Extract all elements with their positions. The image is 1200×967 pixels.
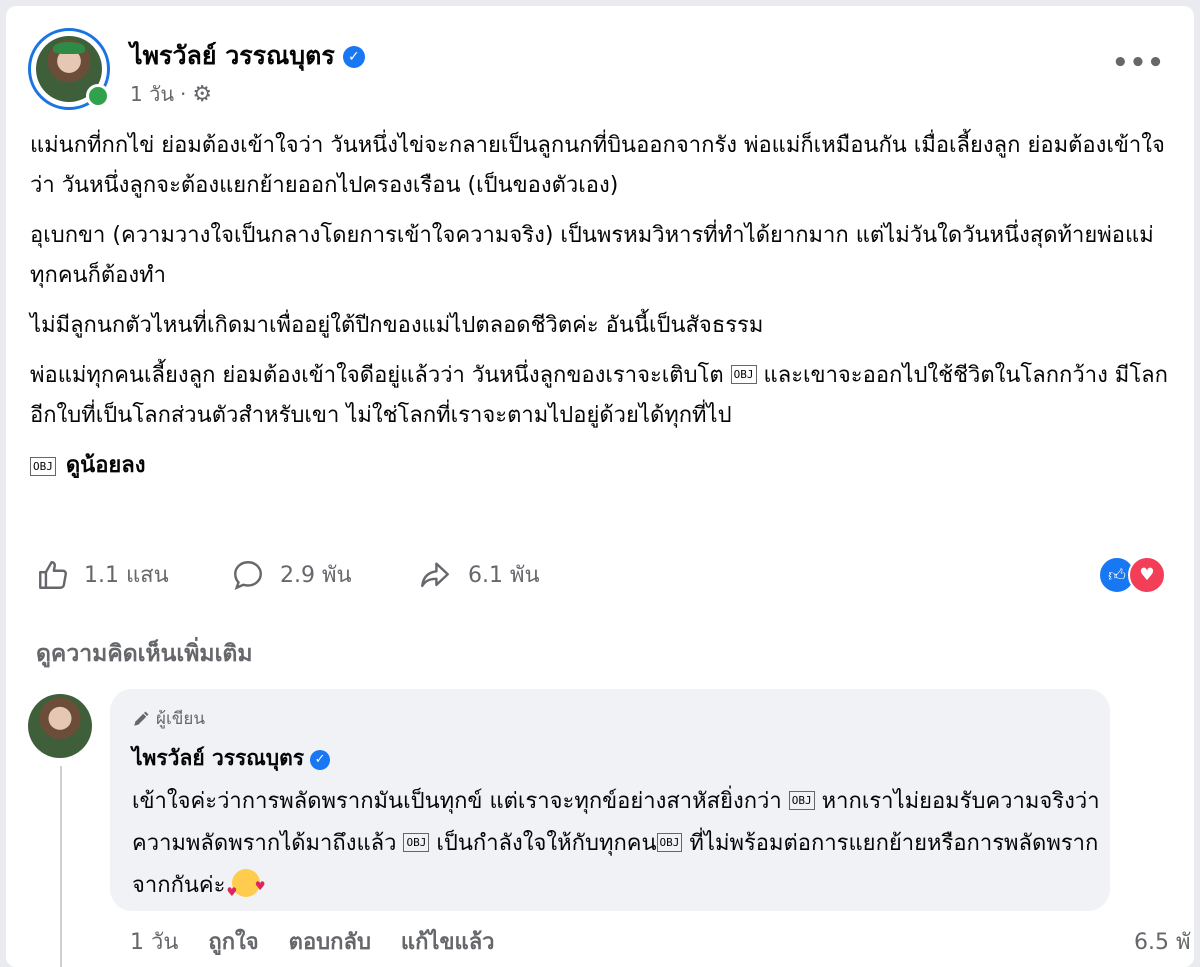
post-meta: 1 วัน · ⚙: [130, 78, 212, 110]
see-less-row: OBJ ดูน้อยลง: [30, 446, 1180, 486]
comment-actions: 1 วัน ถูกใจ ตอบกลับ แก้ไขแล้ว: [130, 924, 495, 959]
more-options-button[interactable]: •••: [1112, 48, 1165, 78]
post-actions: 1.1 แสน 2.9 พัน 6.1 พัน: [36, 557, 540, 592]
thread-line: [60, 766, 62, 967]
smiling-hearts-emoji-icon: [226, 865, 265, 913]
obj-placeholder-icon: OBJ: [403, 833, 430, 852]
comment-text-part: เข้าใจค่ะว่าการพลัดพรากมันเป็นทุกข์ แต่เ…: [132, 789, 782, 814]
comment-text-part: เป็นกำลังใจให้กับทุกคน: [436, 831, 657, 856]
comment-edited-label[interactable]: แก้ไขแล้ว: [401, 924, 495, 959]
obj-placeholder-icon: OBJ: [788, 791, 815, 810]
author-badge-label: ผู้เขียน: [156, 709, 205, 729]
comment-bubble: ผู้เขียน ไพรวัลย์ วรรณบุตร ✓ เข้าใจค่ะว่า…: [110, 689, 1110, 913]
post-time[interactable]: 1 วัน: [130, 78, 174, 110]
comment-bubble-icon: [234, 560, 262, 590]
obj-placeholder-icon: OBJ: [656, 833, 683, 852]
post-body: แม่นกที่กกไข่ ย่อมต้องเข้าใจว่า วันหนึ่ง…: [30, 126, 1180, 486]
post-author[interactable]: ไพรวัลย์ วรรณบุตร ✓: [130, 36, 365, 76]
reaction-summary[interactable]: 👍︎ ♥: [1098, 556, 1166, 594]
post-paragraph: อุเบกขา (ความวางใจเป็นกลางโดยการเข้าใจคว…: [30, 223, 1154, 288]
comment-author[interactable]: ไพรวัลย์ วรรณบุตร ✓: [132, 742, 331, 775]
share-button[interactable]: 6.1 พัน: [416, 557, 540, 592]
obj-placeholder-icon: OBJ: [730, 365, 757, 384]
post-paragraph: แม่นกที่กกไข่ ย่อมต้องเข้าใจว่า วันหนึ่ง…: [30, 133, 1165, 198]
verified-badge-icon: ✓: [342, 46, 365, 68]
share-arrow-icon: [421, 561, 449, 587]
pencil-icon: [134, 711, 149, 726]
comment-reaction-count: 6.5 พั: [1134, 930, 1191, 955]
comment-button[interactable]: 2.9 พัน: [230, 557, 416, 592]
like-count: 1.1 แสน: [84, 563, 169, 588]
comment-time[interactable]: 1 วัน: [130, 924, 178, 959]
comment-reply-button[interactable]: ตอบกลับ: [289, 924, 371, 959]
post-author-name[interactable]: ไพรวัลย์ วรรณบุตร: [130, 41, 335, 70]
thumbs-up-icon: [39, 560, 67, 589]
post-text: พ่อแม่ทุกคนเลี้ยงลูก ย่อมต้องเข้าใจดีอยู…: [30, 363, 724, 388]
comment-text: เข้าใจค่ะว่าการพลัดพรากมันเป็นทุกข์ แต่เ…: [132, 781, 1102, 913]
post-paragraph: พ่อแม่ทุกคนเลี้ยงลูก ย่อมต้องเข้าใจดีอยู…: [30, 356, 1180, 436]
comment-avatar[interactable]: [28, 694, 92, 758]
love-reaction-icon: ♥: [1128, 556, 1166, 594]
obj-placeholder-icon: OBJ: [30, 456, 56, 476]
comment-like-button[interactable]: ถูกใจ: [208, 924, 258, 959]
see-less-link[interactable]: ดูน้อยลง: [66, 446, 146, 486]
post-card: ไพรวัลย์ วรรณบุตร ✓ 1 วัน · ⚙ ••• แม่นกที…: [6, 6, 1194, 967]
comment-count: 2.9 พัน: [280, 563, 352, 588]
author-badge: ผู้เขียน: [132, 705, 205, 732]
share-count: 6.1 พัน: [468, 563, 540, 588]
view-more-comments-link[interactable]: ดูความคิดเห็นเพิ่มเติม: [36, 636, 253, 672]
post-paragraph: ไม่มีลูกนกตัวไหนที่เกิดมาเพื่ออยู่ใต้ปีก…: [30, 313, 764, 338]
verified-badge-icon: ✓: [310, 750, 331, 770]
like-button[interactable]: 1.1 แสน: [36, 557, 230, 592]
comment-author-name[interactable]: ไพรวัลย์ วรรณบุตร: [132, 746, 304, 770]
gear-icon[interactable]: ⚙: [192, 82, 212, 107]
online-status-dot: [86, 84, 110, 108]
meta-separator: ·: [179, 82, 187, 106]
